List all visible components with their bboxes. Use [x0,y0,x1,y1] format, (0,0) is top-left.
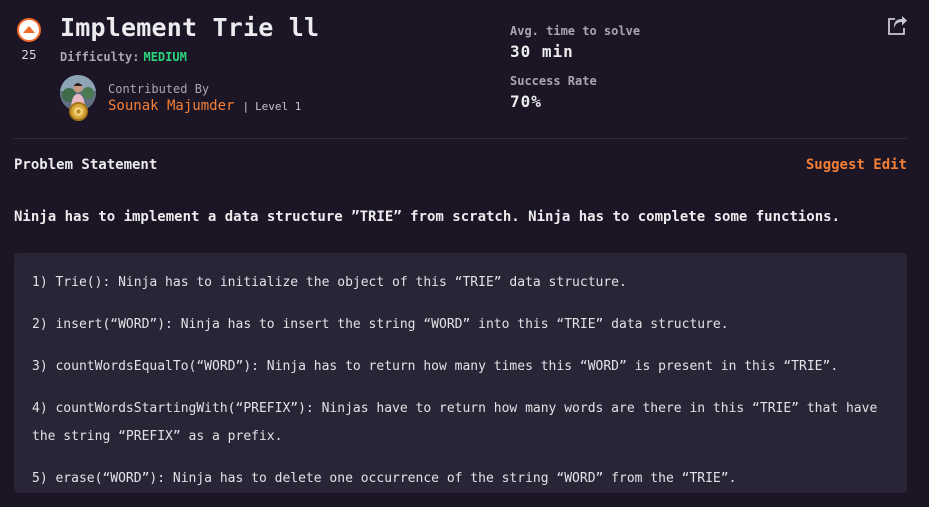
contributor-level: Level 1 [255,99,302,113]
difficulty-label: Difficulty: [60,50,140,64]
contributed-by-label: Contributed By [108,82,210,96]
function-item: 4) countWordsStartingWith(“PREFIX”): Nin… [32,401,878,444]
avg-time-value: 30 min [510,42,574,61]
problem-page: 25 Implement Trie ll Difficulty: MEDIUM C… [0,0,929,507]
contributor-name[interactable]: Sounak Majumder [108,98,234,114]
upvote-arrow-icon [23,26,35,33]
share-button[interactable] [886,15,908,37]
difficulty: Difficulty: MEDIUM [60,50,187,64]
upvote-widget: 25 [16,18,42,62]
problem-title: Implement Trie ll [60,13,320,42]
upvote-count: 25 [21,48,37,62]
section-title: Problem Statement [14,157,158,173]
difficulty-value: MEDIUM [143,50,187,64]
success-rate-label: Success Rate [510,74,597,88]
share-icon [888,16,907,35]
contributor-avatar[interactable] [60,75,98,121]
level-badge-icon [69,102,88,121]
function-item: 5) erase(“WORD”): Ninja has to delete on… [32,471,737,486]
function-item: 3) countWordsEqualTo(“WORD”): Ninja has … [32,359,839,374]
contributor-separator: | [242,99,250,113]
suggest-edit-link[interactable]: Suggest Edit [806,157,907,173]
function-item: 2) insert(“WORD”): Ninja has to insert t… [32,317,729,332]
contributor-row: Sounak Majumder | Level 1 [108,98,301,114]
problem-intro: Ninja has to implement a data structure … [14,209,841,225]
avg-time-label: Avg. time to solve [510,24,641,38]
function-item: 1) Trie(): Ninja has to initialize the o… [32,275,627,290]
upvote-button[interactable] [17,18,41,42]
function-list: 1) Trie(): Ninja has to initialize the o… [14,253,907,493]
success-rate-value: 70% [510,92,542,111]
divider [14,138,907,139]
